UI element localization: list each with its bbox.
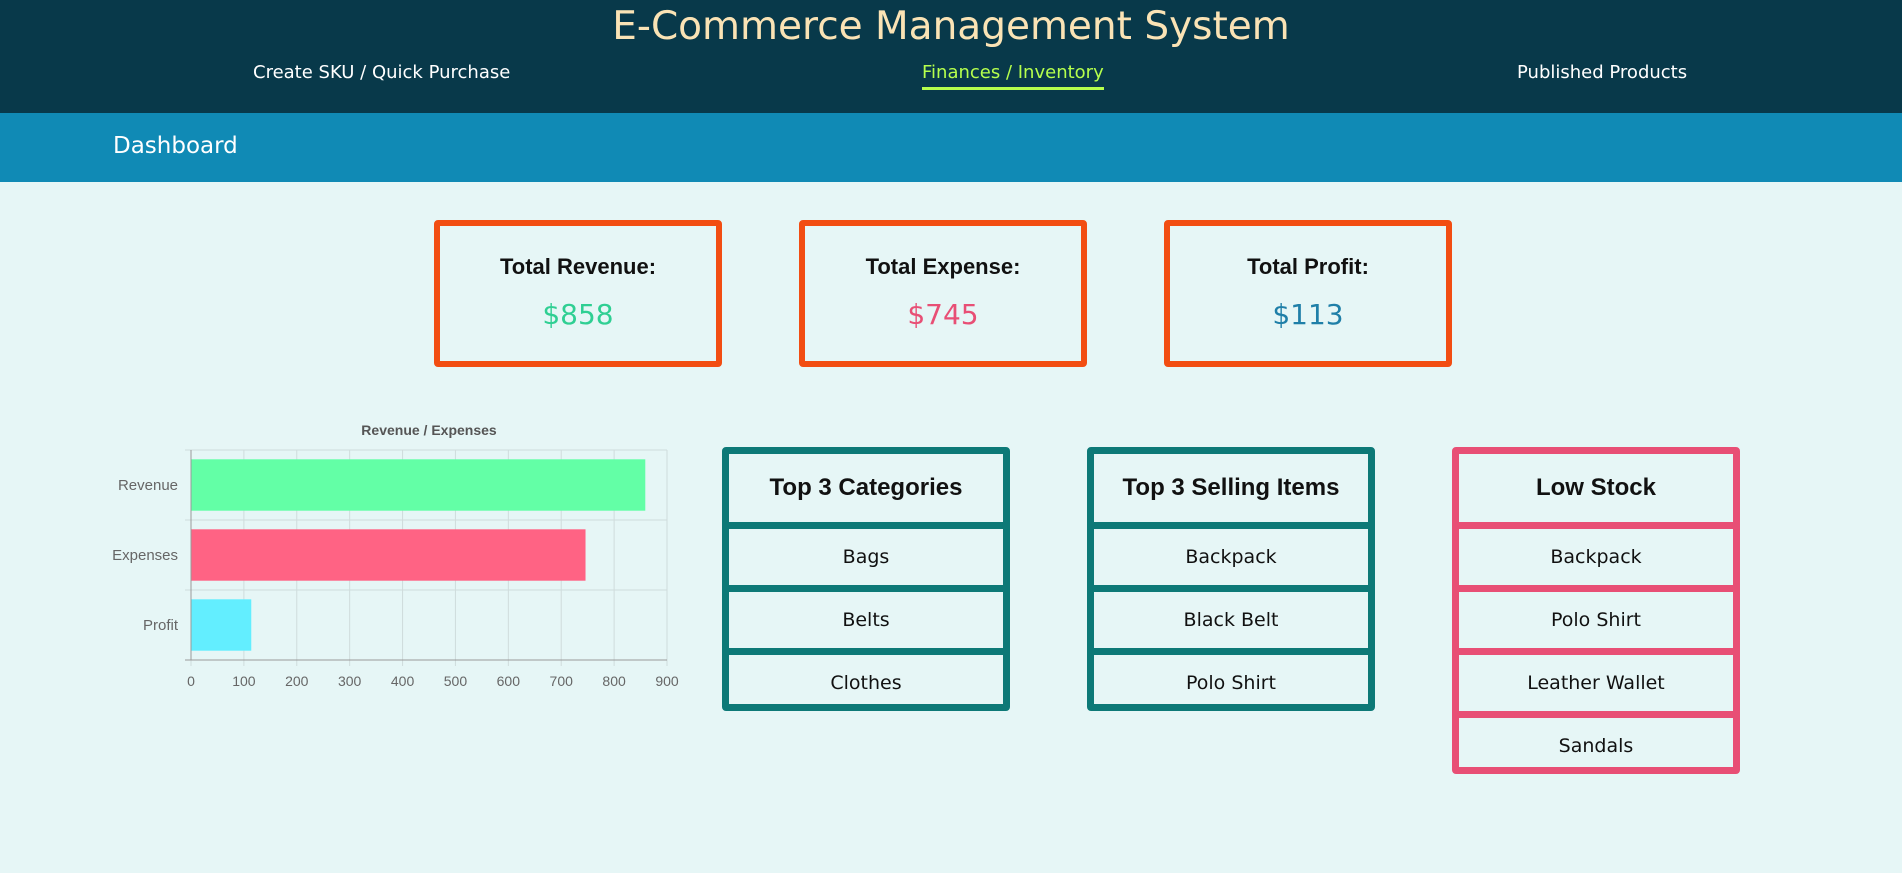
list-item: Leather Wallet xyxy=(1459,648,1733,711)
x-tick-label: 600 xyxy=(497,673,521,689)
x-tick-label: 500 xyxy=(444,673,468,689)
list-item: Sandals xyxy=(1459,711,1733,767)
list-item: Backpack xyxy=(1094,522,1368,585)
y-category-label: Profit xyxy=(143,617,179,634)
top-bar: E-Commerce Management System Create SKU … xyxy=(0,0,1902,113)
card-label: Total Revenue: xyxy=(499,254,657,279)
low-stock-panel: Low Stock Backpack Polo Shirt Leather Wa… xyxy=(1452,447,1740,774)
card-value: $113 xyxy=(1272,298,1344,331)
panel-title: Low Stock xyxy=(1535,474,1656,501)
list-item: Bags xyxy=(729,522,1003,585)
top-categories-panel: Top 3 Categories Bags Belts Clothes xyxy=(722,447,1010,711)
list-item: Polo Shirt xyxy=(1459,585,1733,648)
card-value: $858 xyxy=(542,298,614,331)
x-tick-label: 100 xyxy=(232,673,256,689)
bar-revenue xyxy=(191,459,646,511)
x-tick-label: 900 xyxy=(655,673,679,689)
card-label: Total Expense: xyxy=(865,254,1021,279)
chart-title: Revenue / Expenses xyxy=(361,422,497,438)
nav-published-products[interactable]: Published Products xyxy=(1517,62,1687,87)
nav-create-sku[interactable]: Create SKU / Quick Purchase xyxy=(253,62,510,87)
x-tick-label: 400 xyxy=(391,673,415,689)
total-revenue-card: Total Revenue: $858 xyxy=(434,220,722,367)
x-tick-label: 200 xyxy=(285,673,309,689)
revenue-expenses-chart: Revenue / Expenses 0 100 200 300 400 500 600 700… xyxy=(100,410,690,700)
y-category-label: Revenue xyxy=(118,477,178,494)
x-tick-label: 0 xyxy=(187,673,195,689)
bar-profit xyxy=(191,599,252,651)
top-selling-items-panel: Top 3 Selling Items Backpack Black Belt … xyxy=(1087,447,1375,711)
dashboard-bar: Dashboard xyxy=(0,113,1902,182)
total-profit-card: Total Profit: $113 xyxy=(1164,220,1452,367)
list-item: Belts xyxy=(729,585,1003,648)
app-title: E-Commerce Management System xyxy=(612,4,1290,49)
bar-expenses xyxy=(191,529,586,581)
y-category-label: Expenses xyxy=(112,547,178,564)
list-item: Backpack xyxy=(1459,522,1733,585)
panel-title: Top 3 Selling Items xyxy=(1122,474,1340,501)
card-value: $745 xyxy=(907,298,979,331)
list-item: Clothes xyxy=(729,648,1003,704)
chart-svg: Revenue / Expenses 0 100 200 300 400 500 600 700… xyxy=(112,422,679,689)
x-tick-label: 800 xyxy=(602,673,626,689)
nav-finances-inventory[interactable]: Finances / Inventory xyxy=(922,62,1104,90)
card-label: Total Profit: xyxy=(1247,254,1369,279)
list-item: Black Belt xyxy=(1094,585,1368,648)
panel-title: Top 3 Categories xyxy=(769,474,963,501)
total-expense-card: Total Expense: $745 xyxy=(799,220,1087,367)
list-item: Polo Shirt xyxy=(1094,648,1368,704)
x-tick-label: 300 xyxy=(338,673,362,689)
x-tick-label: 700 xyxy=(550,673,574,689)
page-title: Dashboard xyxy=(113,133,238,159)
